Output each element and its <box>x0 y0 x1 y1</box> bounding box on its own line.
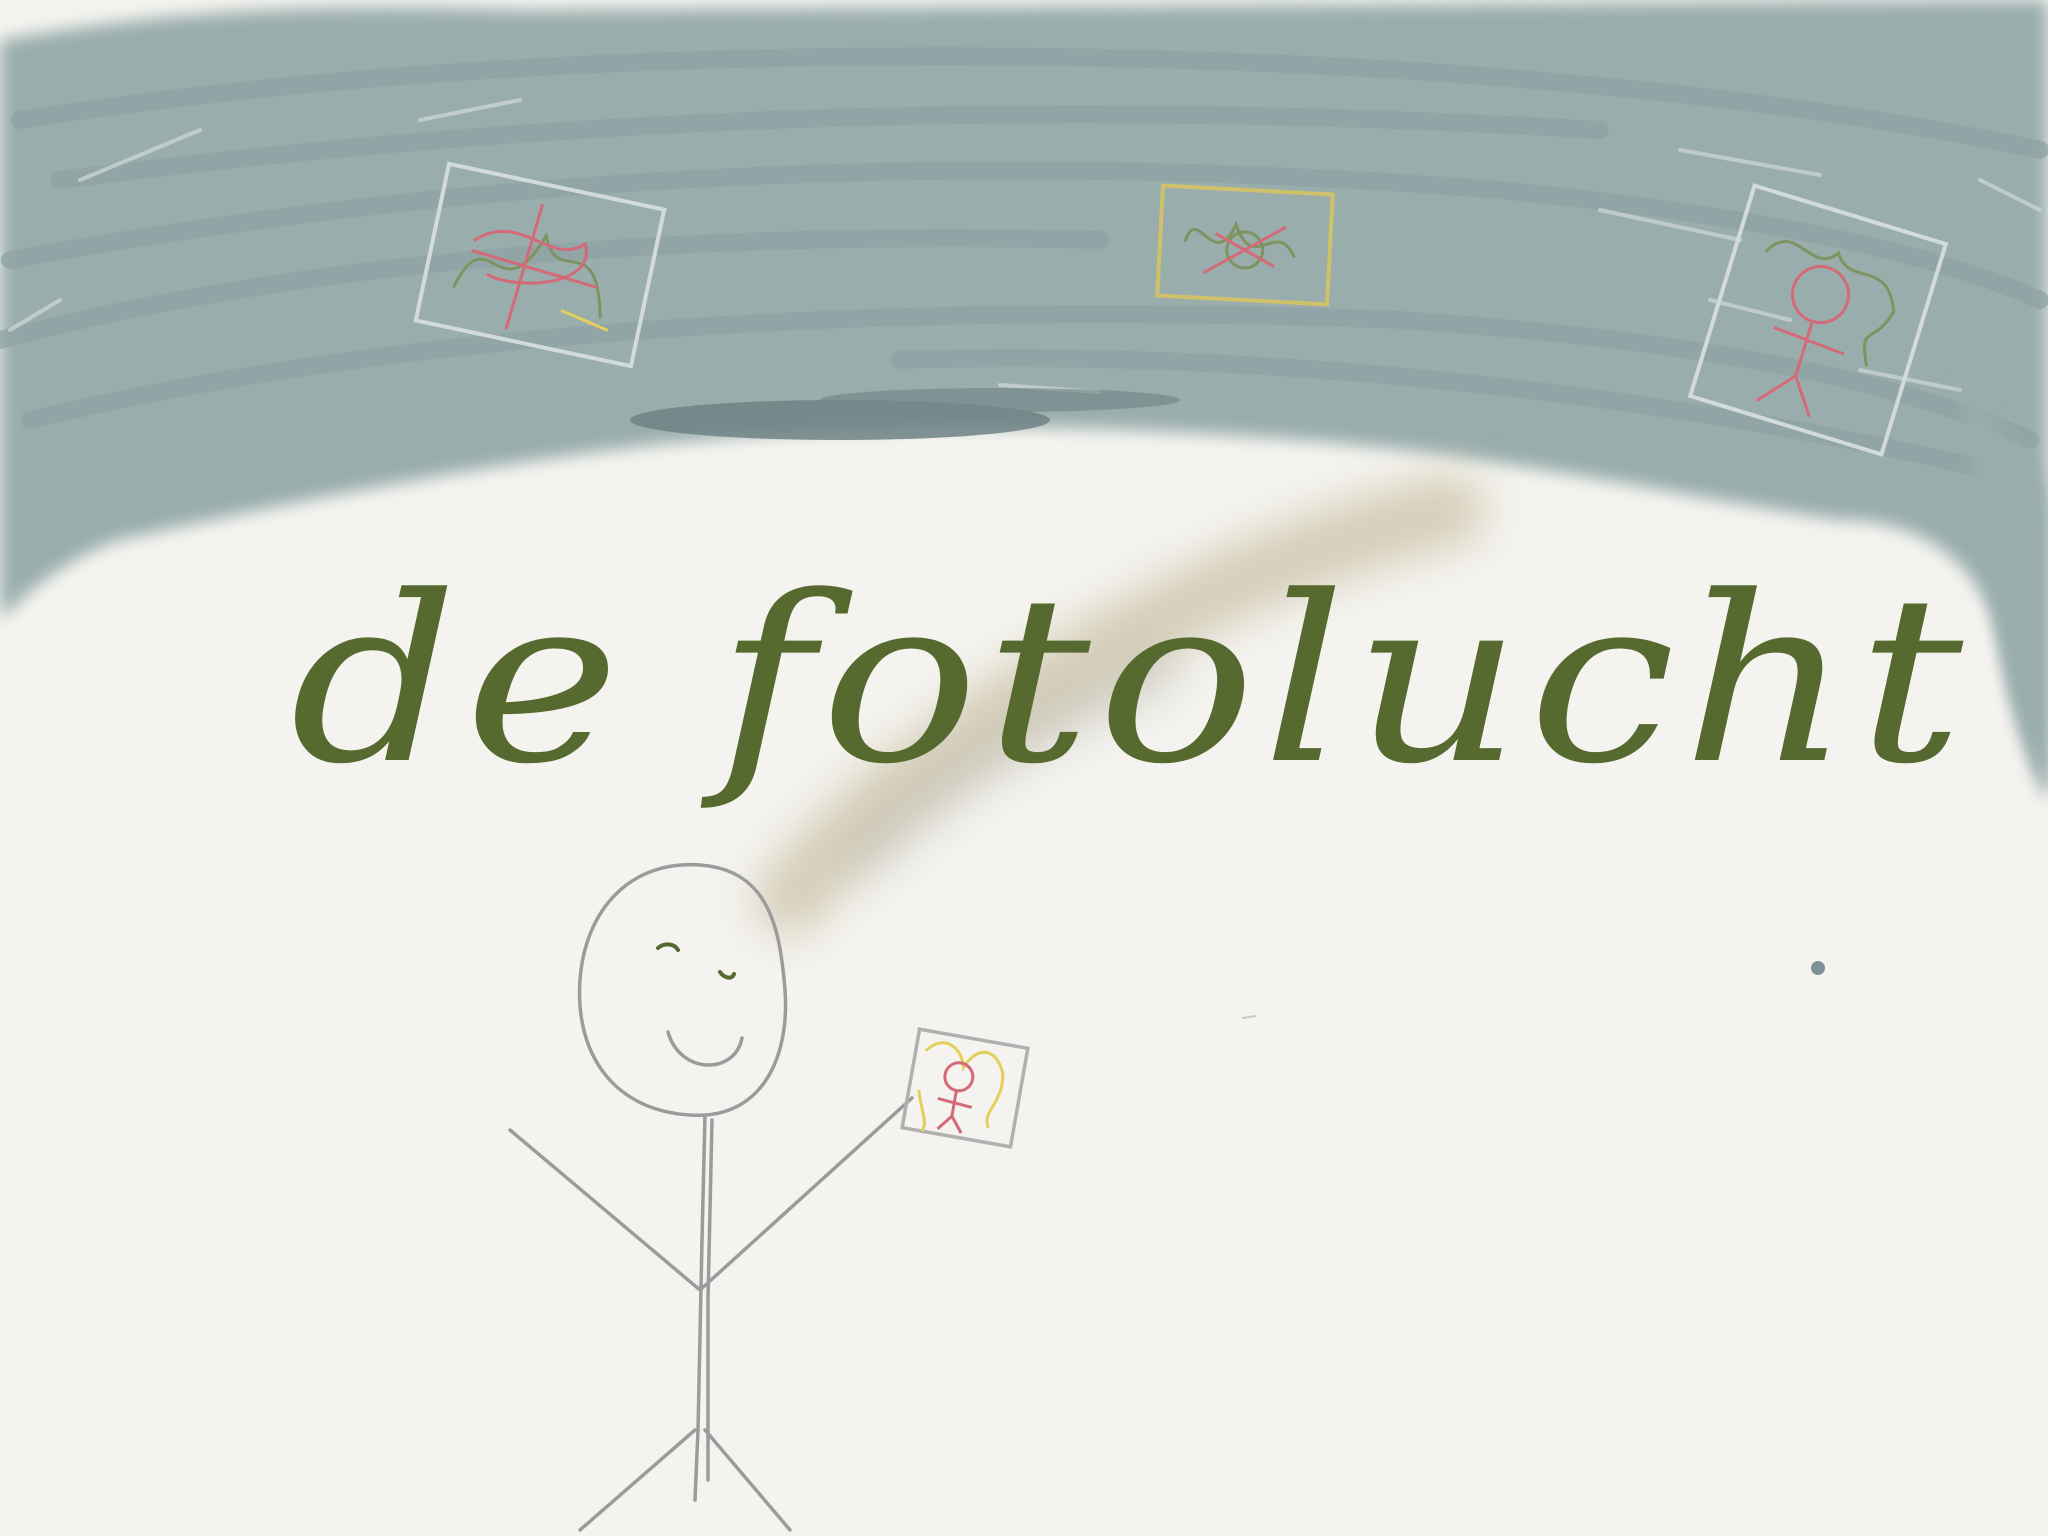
smile <box>666 1030 744 1067</box>
small-mark <box>1241 1015 1257 1019</box>
blue-dot <box>1811 961 1825 975</box>
right-arm <box>698 1096 914 1292</box>
left-arm <box>508 1128 702 1292</box>
head <box>577 862 788 1117</box>
right-leg <box>703 1428 792 1532</box>
handwritten-caption: de fotolucht <box>290 548 1970 815</box>
eyes <box>656 942 736 980</box>
neck-body <box>693 1113 707 1502</box>
left-leg <box>578 1428 697 1532</box>
body-2 <box>706 1118 714 1482</box>
right-eye <box>718 970 736 980</box>
left-eye <box>656 942 680 952</box>
stick-figure <box>508 862 914 1532</box>
drawing-canvas[interactable]: de fotolucht <box>0 0 2048 1536</box>
held-photo <box>900 1027 1030 1149</box>
